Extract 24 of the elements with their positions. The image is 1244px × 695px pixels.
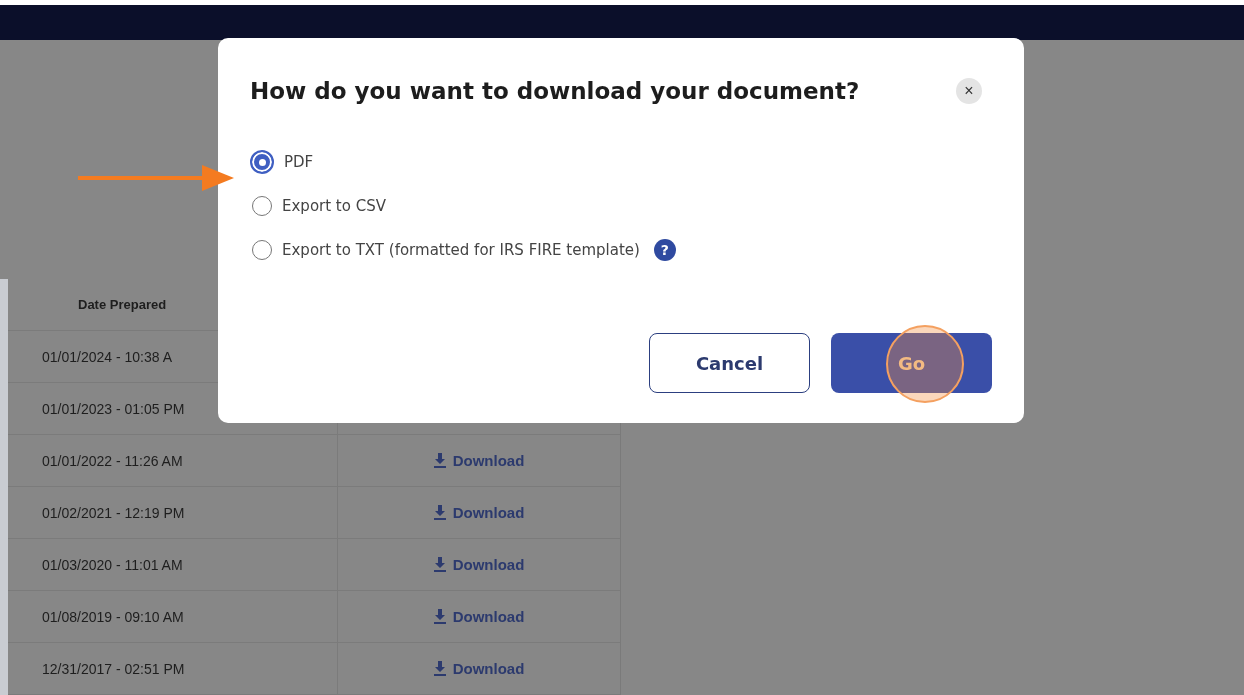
download-link[interactable]: Download	[433, 556, 525, 573]
table-cell: 12/31/2017 - 02:51 PM	[8, 643, 338, 694]
option-label: PDF	[284, 153, 314, 171]
option-label: Export to CSV	[282, 197, 386, 215]
download-icon	[433, 609, 446, 624]
table-cell: 01/03/2020 - 11:01 AM	[8, 539, 338, 590]
download-link[interactable]: Download	[433, 504, 525, 521]
go-button[interactable]: Go	[831, 333, 992, 393]
close-button[interactable]: ×	[956, 78, 982, 104]
download-icon	[433, 453, 446, 468]
download-icon	[433, 557, 446, 572]
download-link[interactable]: Download	[433, 452, 525, 469]
table-cell: 01/08/2019 - 09:10 AM	[8, 591, 338, 642]
table-cell: 01/01/2022 - 11:26 AM	[8, 435, 338, 486]
radio-button[interactable]	[250, 150, 274, 174]
download-link[interactable]: Download	[433, 608, 525, 625]
help-icon[interactable]: ?	[653, 239, 676, 261]
table-cell: 01/02/2021 - 12:19 PM	[8, 487, 338, 538]
download-icon	[433, 505, 446, 520]
download-link[interactable]: Download	[433, 660, 525, 677]
download-icon	[433, 661, 446, 676]
cancel-button[interactable]: Cancel	[649, 333, 810, 393]
dialog-title: How do you want to download your document?	[250, 78, 860, 104]
option-label: Export to TXT (formatted for IRS FIRE template)	[282, 241, 640, 259]
